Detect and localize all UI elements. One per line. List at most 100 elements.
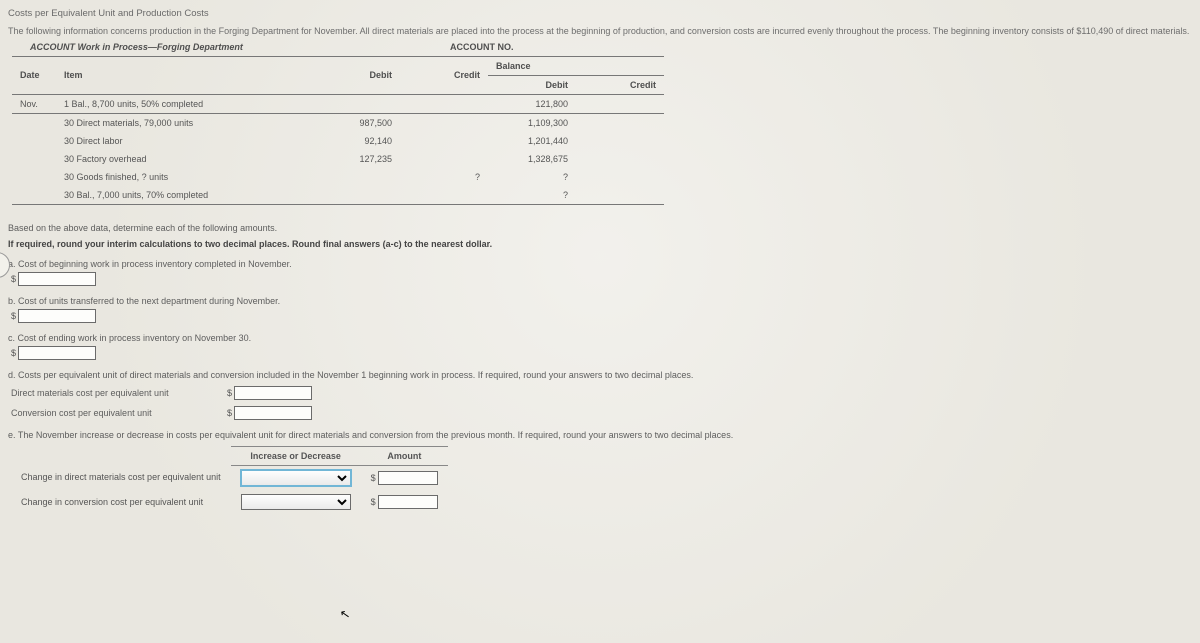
- cell-baldebit: ?: [488, 168, 576, 186]
- cell-debit: [312, 94, 400, 113]
- section-heading: Costs per Equivalent Unit and Production…: [8, 8, 1192, 19]
- change-col-incdec: Increase or Decrease: [231, 446, 361, 465]
- change-col-amount: Amount: [361, 446, 449, 465]
- cell-itemtext: Bal., 8,700 units, 50% completed: [72, 99, 204, 109]
- label-conv-cost: Conversion cost per equivalent unit: [11, 408, 221, 418]
- cell-baldebit: 1,109,300: [488, 113, 576, 132]
- cell-credit: ?: [400, 168, 488, 186]
- cell-item: 30 Goods finished, ? units: [56, 168, 312, 186]
- cell-itemtext: Factory overhead: [77, 154, 147, 164]
- cell-item: 30 Direct materials, 79,000 units: [56, 113, 312, 132]
- left-page-indicator: [0, 252, 10, 278]
- change-row-dm-select-cell: [231, 465, 361, 490]
- cell-day: 1: [64, 99, 69, 109]
- rounding-instruction: If required, round your interim calculat…: [8, 239, 1192, 249]
- col-credit: Credit: [400, 56, 488, 94]
- cell-day: 30: [64, 190, 74, 200]
- change-row-conv-amount-cell: $: [361, 490, 449, 514]
- col-item: Item: [56, 56, 312, 94]
- answer-c-row: $: [11, 346, 1192, 360]
- change-row-dm-label: Change in direct materials cost per equi…: [11, 465, 231, 490]
- currency-symbol: $: [11, 274, 16, 284]
- based-on-text: Based on the above data, determine each …: [8, 223, 1192, 233]
- cell-credit: [400, 186, 488, 205]
- change-row-conv-select-cell: [231, 490, 361, 514]
- cell-debit: 92,140: [312, 132, 400, 150]
- cell-item: 30 Bal., 7,000 units, 70% completed: [56, 186, 312, 205]
- cell-balcredit: [576, 113, 664, 132]
- answer-b-row: $: [11, 309, 1192, 323]
- cell-debit: 127,235: [312, 150, 400, 168]
- cell-itemtext: Direct labor: [77, 136, 123, 146]
- cell-debit: [312, 168, 400, 186]
- question-e-text: e. The November increase or decrease in …: [8, 430, 733, 440]
- change-dm-select[interactable]: [241, 470, 351, 486]
- page-container: Costs per Equivalent Unit and Production…: [0, 0, 1200, 643]
- cell-date: [12, 168, 56, 186]
- change-conv-select[interactable]: [241, 494, 351, 510]
- label-dm-cost: Direct materials cost per equivalent uni…: [11, 388, 221, 398]
- col-baldebit: Debit: [488, 75, 576, 94]
- question-c: c. Cost of ending work in process invent…: [8, 333, 1192, 343]
- cell-item: 30 Factory overhead: [56, 150, 312, 168]
- change-row-conv-label: Change in conversion cost per equivalent…: [11, 490, 231, 514]
- account-header-row: ACCOUNT Work in Process—Forging Departme…: [30, 42, 1192, 52]
- currency-symbol: $: [371, 473, 376, 483]
- cell-itemtext: Goods finished, ? units: [77, 172, 169, 182]
- cell-baldebit: 1,328,675: [488, 150, 576, 168]
- cell-day: 30: [64, 118, 74, 128]
- intro-paragraph: The following information concerns produ…: [8, 25, 1192, 38]
- currency-symbol: $: [227, 388, 232, 398]
- cell-date: [12, 186, 56, 205]
- question-b: b. Cost of units transferred to the next…: [8, 296, 1192, 306]
- change-empty-header: [11, 446, 231, 465]
- table-row: 30 Factory overhead 127,235 1,328,675: [12, 150, 664, 168]
- answer-d-conv-input[interactable]: [234, 406, 312, 420]
- cell-item: 1 Bal., 8,700 units, 50% completed: [56, 94, 312, 113]
- col-balance: Balance: [488, 56, 664, 75]
- account-no-label: ACCOUNT NO.: [450, 42, 514, 52]
- cell-credit: [400, 150, 488, 168]
- cell-date: Nov.: [12, 94, 56, 113]
- change-dm-amount-input[interactable]: [378, 471, 438, 485]
- cell-balcredit: [576, 94, 664, 113]
- change-row-dm: Change in direct materials cost per equi…: [11, 465, 448, 490]
- change-table: Increase or Decrease Amount Change in di…: [11, 446, 448, 514]
- change-row-dm-amount-cell: $: [361, 465, 449, 490]
- cell-credit: [400, 132, 488, 150]
- col-balcredit: Credit: [576, 75, 664, 94]
- answer-d-dm-row: Direct materials cost per equivalent uni…: [11, 386, 1192, 400]
- change-conv-amount-input[interactable]: [378, 495, 438, 509]
- cell-baldebit: 1,201,440: [488, 132, 576, 150]
- cell-credit: [400, 113, 488, 132]
- question-d: d. Costs per equivalent unit of direct m…: [8, 370, 1192, 380]
- table-row: 30 Bal., 7,000 units, 70% completed ?: [12, 186, 664, 205]
- answer-c-input[interactable]: [18, 346, 96, 360]
- table-row: 30 Direct materials, 79,000 units 987,50…: [12, 113, 664, 132]
- table-row: 30 Direct labor 92,140 1,201,440: [12, 132, 664, 150]
- cell-date: [12, 150, 56, 168]
- change-row-conv: Change in conversion cost per equivalent…: [11, 490, 448, 514]
- answer-a-input[interactable]: [18, 272, 96, 286]
- cell-day: 30: [64, 136, 74, 146]
- cell-debit: 987,500: [312, 113, 400, 132]
- ledger-table: Date Item Debit Credit Balance Debit Cre…: [12, 56, 664, 205]
- cell-date: [12, 132, 56, 150]
- question-d-text: d. Costs per equivalent unit of direct m…: [8, 370, 693, 380]
- cell-date: [12, 113, 56, 132]
- cell-balcredit: [576, 150, 664, 168]
- cell-itemtext: Bal., 7,000 units, 70% completed: [77, 190, 209, 200]
- question-e: e. The November increase or decrease in …: [8, 430, 1192, 440]
- cell-balcredit: [576, 132, 664, 150]
- cursor-icon: ↖: [339, 606, 351, 622]
- currency-symbol: $: [227, 408, 232, 418]
- cell-debit: [312, 186, 400, 205]
- currency-symbol: $: [11, 348, 16, 358]
- col-debit: Debit: [312, 56, 400, 94]
- cell-day: 30: [64, 172, 74, 182]
- cell-baldebit: 121,800: [488, 94, 576, 113]
- answer-b-input[interactable]: [18, 309, 96, 323]
- answer-d-dm-input[interactable]: [234, 386, 312, 400]
- currency-symbol: $: [11, 311, 16, 321]
- cell-balcredit: [576, 186, 664, 205]
